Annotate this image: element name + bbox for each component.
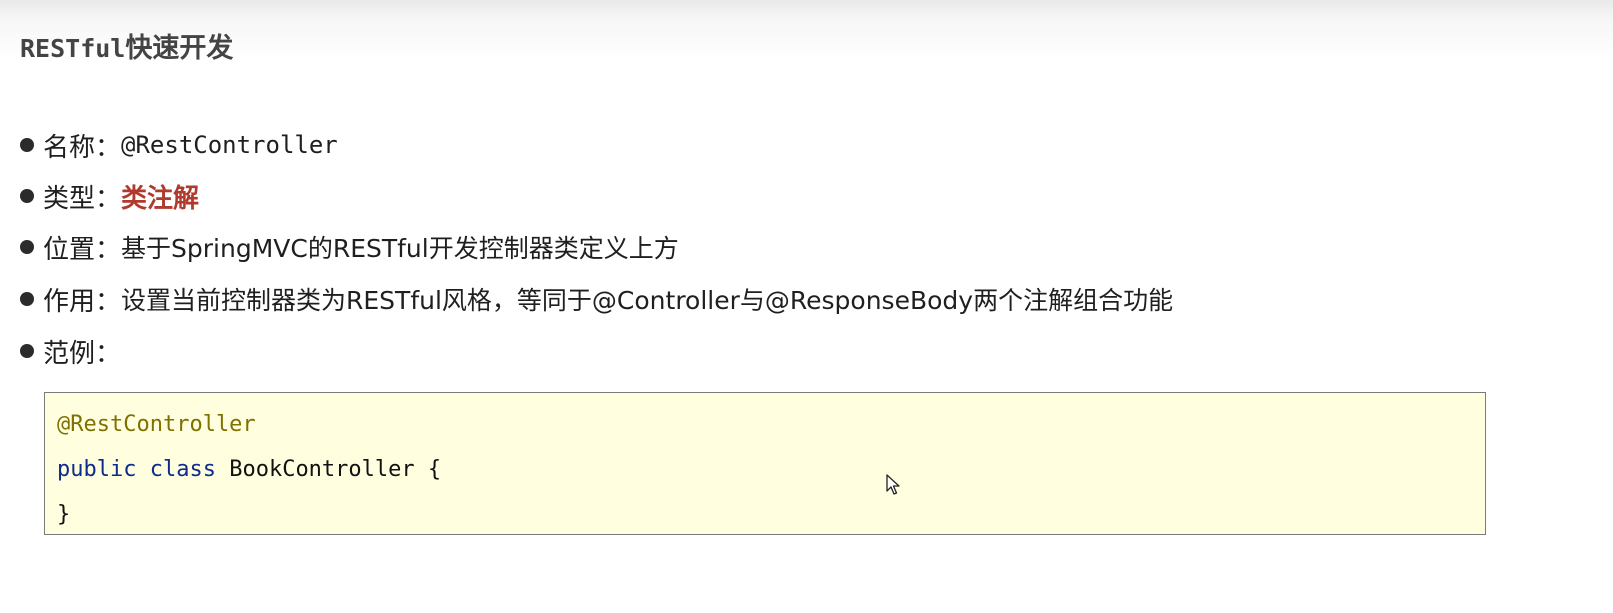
bullet-type: 类型： 类注解	[20, 176, 199, 216]
page-title: RESTful快速开发	[20, 26, 233, 66]
bullet-dot-icon	[20, 189, 34, 203]
bullet-dot-icon	[20, 344, 34, 358]
code-keyword-public: public	[57, 457, 137, 482]
bullet-label: 名称：	[43, 132, 122, 163]
bullet-dot-icon	[20, 240, 34, 254]
bullet-label: 位置：	[43, 234, 122, 265]
code-line-annotation: @RestController	[57, 412, 256, 437]
page-title-suffix: 快速开发	[125, 33, 234, 64]
bullet-label: 作用：	[43, 286, 122, 317]
code-line-closing-brace: }	[57, 502, 71, 527]
code-class-name: BookController {	[215, 457, 442, 482]
bullet-label: 类型：	[43, 183, 122, 214]
bullet-dot-icon	[20, 292, 34, 306]
bullet-value: @RestController	[121, 131, 338, 159]
bullet-value: 设置当前控制器类为RESTful风格，等同于@Controller与@Respo…	[121, 286, 1174, 315]
mouse-pointer-icon	[886, 474, 900, 495]
code-example-block: @RestController public class BookControl…	[44, 392, 1486, 535]
bullet-dot-icon	[20, 138, 34, 152]
bullet-value-highlight: 类注解	[121, 183, 200, 214]
bullet-example: 范例：	[20, 331, 121, 371]
code-keyword-class: class	[149, 457, 216, 482]
bullet-position: 位置： 基于SpringMVC的RESTful开发控制器类定义上方	[20, 227, 679, 267]
bullet-function: 作用： 设置当前控制器类为RESTful风格，等同于@Controller与@R…	[20, 279, 1173, 319]
bullet-value: 基于SpringMVC的RESTful开发控制器类定义上方	[121, 234, 679, 263]
bullet-name: 名称： @RestController	[20, 125, 338, 165]
top-shade	[0, 0, 1613, 60]
code-line-class-declaration: public class BookController {	[57, 455, 441, 485]
page-title-prefix: RESTful	[20, 34, 126, 63]
bullet-label: 范例：	[43, 338, 122, 369]
